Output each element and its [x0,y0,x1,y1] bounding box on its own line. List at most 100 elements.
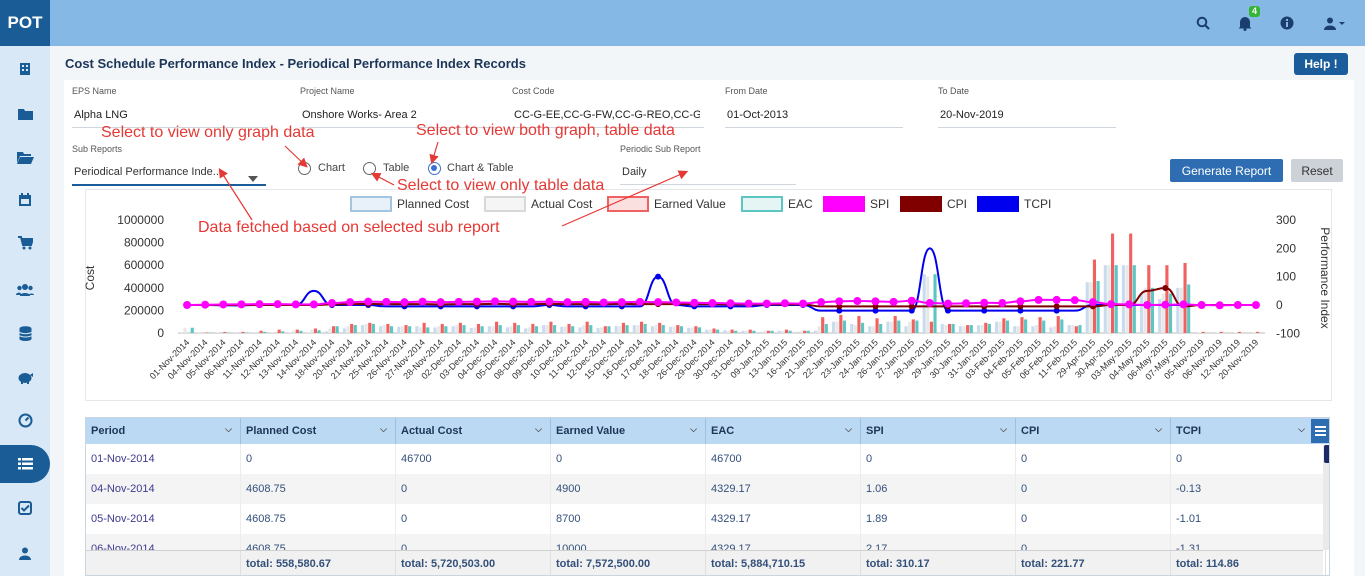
building-icon[interactable] [0,50,50,88]
from-date-field[interactable]: 01-Oct-2013 [727,109,897,121]
table-cell: 1.06 [861,474,1016,504]
column-header[interactable]: Planned Cost ⌵ [241,418,396,444]
total-cell: total: 558,580.67 [241,551,396,575]
project-field[interactable]: Onshore Works- Area 2 [302,109,492,121]
list-icon[interactable] [0,445,50,483]
table-cell: 4900 [551,474,706,504]
table-row[interactable]: 05-Nov-2014 4608.75 0 8700 4329.17 1.89 0 -1.01 [86,504,1326,534]
total-cell [86,551,241,575]
table-cell: 0 [1171,444,1326,474]
annotation-table-only: Select to view only table data [397,177,605,194]
eps-field[interactable]: Alpha LNG [74,109,264,121]
sort-chevron-icon[interactable]: ⌵ [225,424,232,435]
subreport-underline [72,184,266,186]
piggy-bank-icon[interactable] [0,358,50,396]
folder-open-icon[interactable] [0,138,50,176]
total-cell: total: 5,720,503.00 [396,551,551,575]
column-header[interactable]: SPI ⌵ [861,418,1016,444]
column-header-label: EAC [711,425,735,437]
column-header[interactable]: EAC ⌵ [706,418,861,444]
sort-chevron-icon[interactable]: ⌵ [690,424,697,435]
table-cell: 46700 [706,444,861,474]
costcode-field[interactable]: CC-G-EE,CC-G-FW,CC-G-REO,CC-G-C, [514,109,700,121]
sort-chevron-icon[interactable]: ⌵ [1000,424,1007,435]
column-header-label: Period [91,425,126,437]
table-cell: 46700 [396,444,551,474]
project-label: Project Name [300,86,355,96]
column-header[interactable]: CPI ⌵ [1016,418,1171,444]
subreport-select[interactable]: Periodical Performance Inde... [74,166,234,178]
sort-chevron-icon[interactable]: ⌵ [845,424,852,435]
table-cell: 4329.17 [706,474,861,504]
folder-icon[interactable] [0,94,50,132]
column-header[interactable]: Period ⌵ [86,418,241,444]
column-header-label: CPI [1021,425,1040,437]
dashboard-icon[interactable] [0,401,50,439]
column-header-label: Earned Value [556,425,626,437]
subreport-label: Sub Reports [72,144,123,154]
scrollbar-thumb[interactable] [1324,445,1329,463]
periodic-select[interactable]: Daily [622,166,772,178]
table-cell: 4608.75 [241,474,396,504]
radio-chart[interactable] [298,162,311,175]
table-scrollbar[interactable] [1323,445,1329,550]
radio-chart-and-table[interactable] [428,162,441,175]
checkbox-icon[interactable] [0,489,50,527]
periodic-underline [620,184,796,185]
column-header-label: Actual Cost [401,425,463,437]
user-icon[interactable] [0,534,50,572]
periodic-label: Periodic Sub Report [620,144,701,154]
to-date-label: To Date [938,86,970,96]
column-header-label: SPI [866,425,884,437]
help-button[interactable]: Help ! [1294,53,1348,75]
total-cell: total: 221.77 [1016,551,1171,575]
radio-chart-label[interactable]: Chart [318,162,345,174]
radio-table[interactable] [363,162,376,175]
info-icon[interactable] [1277,13,1297,33]
table-cell: 1.89 [861,504,1016,534]
generate-report-button[interactable]: Generate Report [1170,159,1283,182]
column-header[interactable]: Earned Value ⌵ [551,418,706,444]
sort-chevron-icon[interactable]: ⌵ [1155,424,1162,435]
radio-chart-and-table-label[interactable]: Chart & Table [447,162,513,174]
column-header[interactable]: TCPI ⌵ [1171,418,1314,444]
table-cell: 4329.17 [706,504,861,534]
to-date-field[interactable]: 20-Nov-2019 [940,109,1110,121]
user-menu-icon[interactable] [1320,13,1350,33]
table-cell: -0.13 [1171,474,1326,504]
database-icon[interactable] [0,314,50,352]
radio-table-label[interactable]: Table [383,162,409,174]
table-cell: 4608.75 [241,504,396,534]
from-date-label: From Date [725,86,768,96]
data-table: Period ⌵ Planned Cost ⌵ Actual Cost ⌵ Earned V… [85,417,1330,576]
users-icon[interactable] [0,270,50,308]
to-date-underline [938,127,1116,128]
calendar-icon[interactable] [0,181,50,219]
table-cell: 0 [1016,504,1171,534]
reset-button[interactable]: Reset [1291,159,1343,182]
table-cell: 04-Nov-2014 [86,474,241,504]
sort-chevron-icon[interactable]: ⌵ [380,424,387,435]
table-cell: 0 [241,444,396,474]
table-cell: 0 [861,444,1016,474]
page-title: Cost Schedule Performance Index - Period… [65,56,526,71]
search-icon[interactable] [1193,13,1213,33]
annotation-graph-only: Select to view only graph data [101,124,315,141]
total-cell: total: 310.17 [861,551,1016,575]
sort-chevron-icon[interactable]: ⌵ [535,424,542,435]
app-logo[interactable]: POT [0,0,50,46]
column-header-label: TCPI [1176,425,1202,437]
table-row[interactable]: 01-Nov-2014 0 46700 0 46700 0 0 0 [86,444,1326,474]
sort-chevron-icon[interactable]: ⌵ [1298,424,1305,435]
column-header-label: Planned Cost [246,425,317,437]
from-date-underline [725,127,903,128]
column-menu-icon[interactable] [1311,419,1329,443]
table-cell: 8700 [551,504,706,534]
table-cell: 0 [396,504,551,534]
table-cell: 0 [1016,444,1171,474]
table-cell: 0 [396,474,551,504]
total-cell: total: 7,572,500.00 [551,551,706,575]
column-header[interactable]: Actual Cost ⌵ [396,418,551,444]
cart-icon[interactable] [0,224,50,262]
table-row[interactable]: 04-Nov-2014 4608.75 0 4900 4329.17 1.06 0 -0.13 [86,474,1326,504]
